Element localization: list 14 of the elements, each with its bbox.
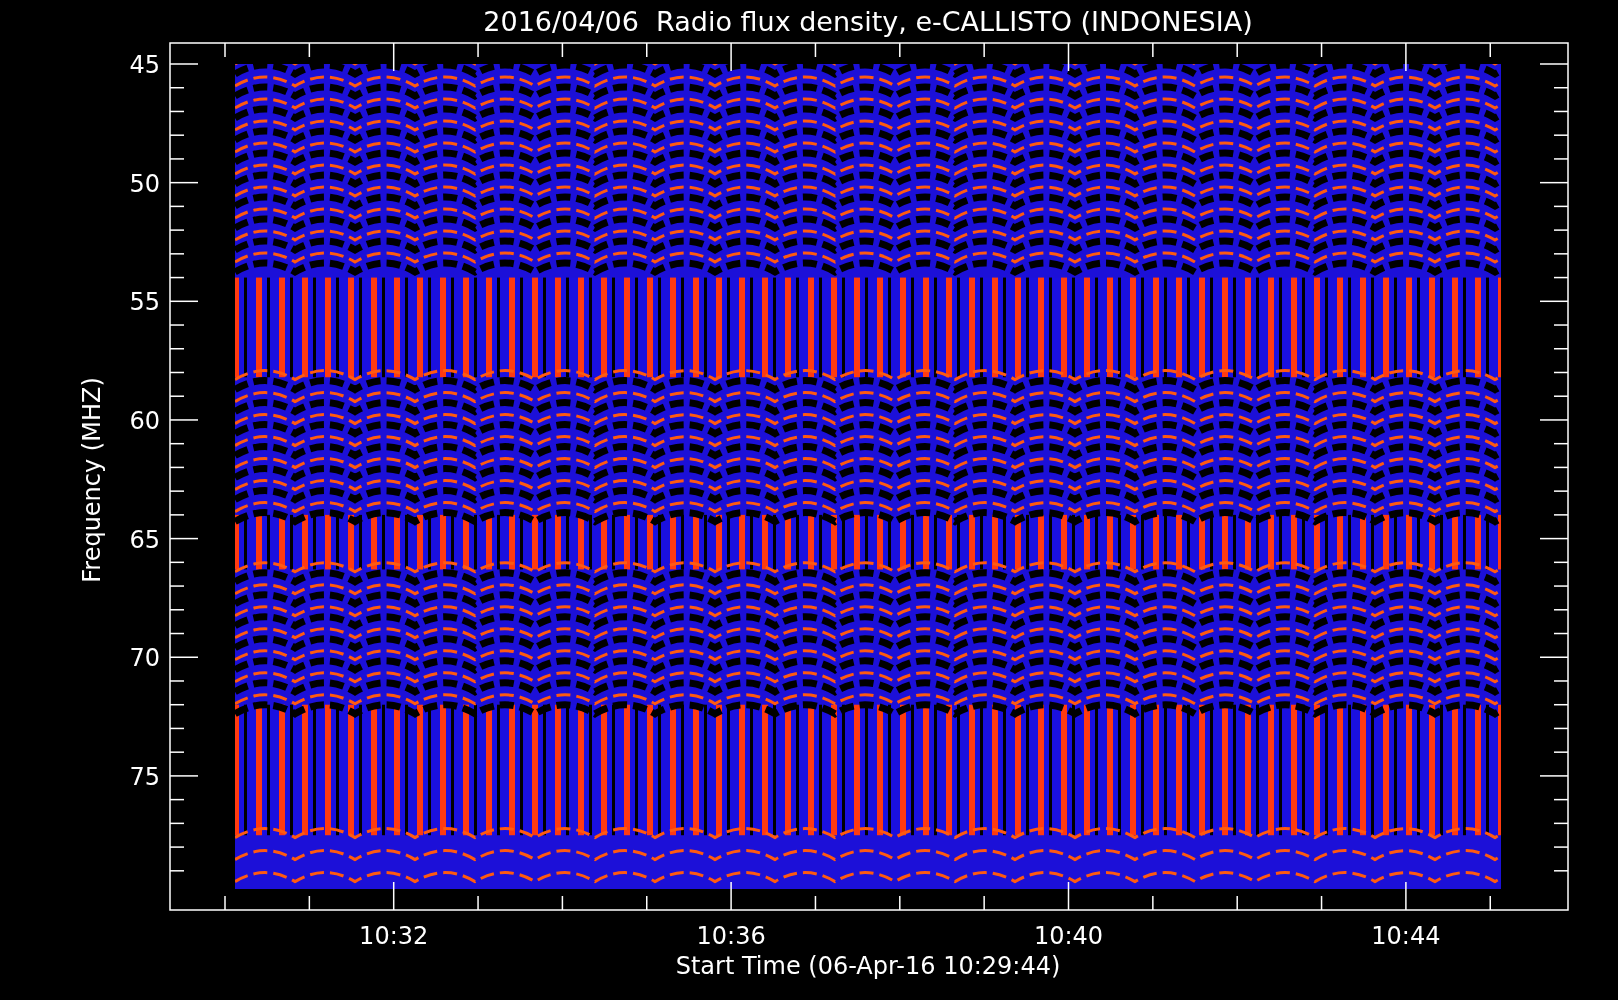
chart-title: 2016/04/06 Radio flux density, e-CALLISTO (INDONESIA)	[483, 6, 1253, 37]
tick-label: 10:36	[696, 922, 766, 950]
axis-title: Frequency (MHZ)	[78, 377, 106, 583]
tick-label: 60	[129, 406, 160, 435]
tick-label: 70	[129, 644, 160, 673]
tick-label: 10:44	[1371, 922, 1441, 950]
tick-label: 50	[129, 169, 160, 198]
tick-label: 10:40	[1033, 922, 1104, 950]
axis-title: Start Time (06-Apr-16 10:29:44)	[675, 952, 1061, 980]
tick-label: 55	[129, 288, 160, 317]
tick-label: 45	[129, 51, 160, 79]
tick-label: 65	[129, 525, 160, 554]
tick-label: 75	[129, 762, 160, 791]
tick-label: 10:32	[359, 922, 429, 950]
